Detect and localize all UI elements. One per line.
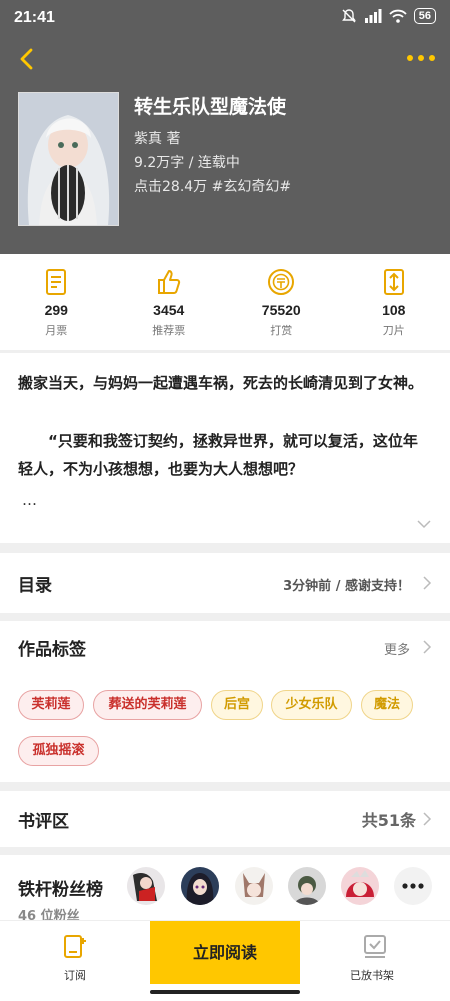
in-shelf-label: 已放书架 [350, 967, 394, 983]
fan-avatar[interactable] [341, 867, 379, 905]
thumbs-up-icon [155, 268, 183, 296]
book-header: 转生乐队型魔法使 紫真 著 9.2万字 / 连载中 点击28.4万 #玄幻奇幻# [0, 36, 450, 254]
book-title: 转生乐队型魔法使 [134, 92, 286, 119]
battery-indicator: 56 [414, 8, 436, 24]
in-shelf-button[interactable]: 已放书架 [340, 929, 410, 985]
toc-row[interactable]: 目录 3分钟前 / 感谢支持！ [0, 553, 450, 613]
reviews-row[interactable]: 书评区 共51条 [0, 791, 450, 847]
stat-value: 3454 [153, 302, 184, 318]
tag-chip[interactable]: 魔法 [361, 690, 413, 720]
stat-label: 推荐票 [152, 322, 185, 338]
tag-chip[interactable]: 少女乐队 [271, 690, 352, 720]
subscribe-button[interactable]: 订阅 [40, 929, 110, 985]
tags-section: 作品标签 更多 芙莉莲 葬送的芙莉莲 后宫 少女乐队 魔法 孤独摇滚 [0, 621, 450, 782]
tag-chip[interactable]: 葬送的芙莉莲 [93, 690, 202, 720]
subscribe-label: 订阅 [64, 967, 86, 983]
chevron-right-icon [422, 575, 432, 591]
chevron-down-icon[interactable] [416, 518, 432, 530]
reward-coin-icon [267, 268, 295, 296]
back-arrow-icon[interactable] [12, 44, 42, 74]
mute-bell-icon [341, 8, 357, 24]
wifi-icon [389, 9, 407, 23]
fans-more-button[interactable] [394, 867, 432, 905]
stat-value: 299 [45, 302, 68, 318]
fan-avatar[interactable] [235, 867, 273, 905]
fans-row[interactable]: 铁杆粉丝榜 46 位粉丝 [0, 855, 450, 921]
stat-monthly-ticket[interactable]: 299 月票 [0, 254, 113, 350]
tags-more-link[interactable]: 更多 [384, 639, 410, 658]
stat-reward[interactable]: 75520 打赏 [225, 254, 338, 350]
stat-label: 打赏 [270, 322, 292, 338]
toc-title: 目录 [18, 571, 52, 596]
status-icons: 56 [341, 8, 436, 24]
ellipsis-icon [394, 867, 432, 905]
stat-value: 108 [382, 302, 405, 318]
bottom-action-bar: 订阅 立即阅读 已放书架 [0, 920, 450, 1001]
tags-title: 作品标签 [18, 635, 86, 660]
stats-bar: 299 月票 3454 推荐票 75520 打赏 108 刀片 [0, 254, 450, 350]
tag-chip[interactable]: 后宫 [211, 690, 263, 720]
toc-update-info: 3分钟前 / 感谢支持！ [283, 575, 410, 594]
book-author[interactable]: 紫真 著 [134, 128, 180, 148]
read-now-button[interactable]: 立即阅读 [150, 921, 300, 984]
more-options-icon[interactable] [404, 46, 438, 70]
description-ellipsis: … [22, 491, 37, 509]
signal-icon [364, 9, 382, 23]
book-clicks-genre: 点击28.4万 #玄幻奇幻# [134, 176, 291, 196]
description-paragraph-1: 搬家当天，与妈妈一起遭遇车祸，死去的长崎清见到了女神。 [18, 369, 432, 397]
description-paragraph-2: “只要和我签订契约，拯救异世界，就可以复活，这位年轻人，不为小孩想想，也要为大人… [18, 427, 432, 483]
stat-recommend-ticket[interactable]: 3454 推荐票 [113, 254, 226, 350]
fan-avatar[interactable] [181, 867, 219, 905]
tag-chip[interactable]: 芙莉莲 [18, 690, 84, 720]
monthly-ticket-icon [44, 268, 68, 296]
status-time: 21:41 [14, 9, 55, 27]
fan-avatar[interactable] [127, 867, 165, 905]
tag-chip[interactable]: 孤独摇滚 [18, 736, 99, 766]
blade-icon [382, 268, 406, 296]
stat-value: 75520 [262, 302, 301, 318]
chevron-right-icon[interactable] [422, 639, 432, 655]
stat-blade[interactable]: 108 刀片 [338, 254, 450, 350]
book-words-status: 9.2万字 / 连载中 [134, 152, 240, 172]
stat-label: 月票 [45, 322, 67, 338]
status-bar: 21:41 56 [0, 0, 450, 36]
home-indicator[interactable] [150, 990, 300, 994]
book-description[interactable]: 搬家当天，与妈妈一起遭遇车祸，死去的长崎清见到了女神。 “只要和我签订契约，拯救… [0, 353, 450, 543]
reviews-title: 书评区 [18, 807, 69, 832]
reviews-count: 共51条 [362, 807, 416, 831]
fan-avatar[interactable] [288, 867, 326, 905]
fans-title: 铁杆粉丝榜 [18, 875, 103, 900]
shelf-check-icon [363, 934, 387, 960]
subscribe-icon [63, 934, 87, 960]
book-cover-image[interactable] [18, 92, 119, 226]
stat-label: 刀片 [383, 322, 405, 338]
chevron-right-icon [422, 811, 432, 827]
